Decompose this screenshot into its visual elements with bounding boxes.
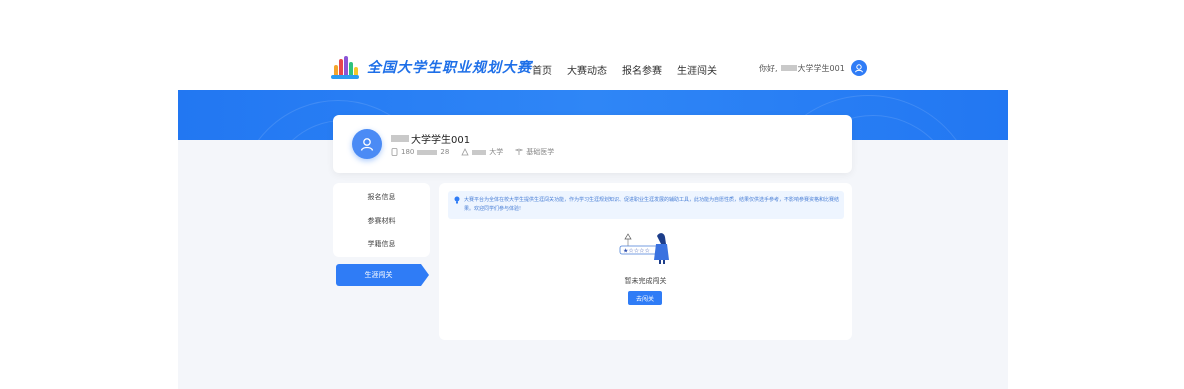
profile-avatar-icon — [352, 129, 382, 159]
major-icon — [515, 148, 524, 155]
profile-meta: 180 28 大学 基础医学 — [391, 147, 554, 157]
school-icon — [461, 148, 469, 156]
greeting: 你好, — [759, 63, 778, 73]
major-text: 基础医学 — [526, 148, 555, 156]
empty-illustration: ★☆☆☆☆ — [619, 233, 669, 264]
user-menu[interactable]: 你好, 大学学生001 — [759, 60, 867, 76]
main-nav: 首页 大赛动态 报名参赛 生涯闯关 — [532, 62, 717, 77]
notice-text: 大赛平台为全体在校大学生提供生涯闯关功能，作为学习生涯规划知识、促进职业生涯发展… — [464, 197, 840, 212]
go-challenge-button[interactable]: 去闯关 — [628, 291, 662, 305]
nav-career-challenge[interactable]: 生涯闯关 — [677, 62, 717, 77]
profile-name: 大学学生001 — [391, 131, 470, 146]
phone-icon — [391, 148, 398, 156]
redacted-text — [780, 65, 797, 71]
redacted-text — [417, 149, 438, 155]
site-logo[interactable]: 全国大学生职业规划大赛 — [331, 55, 532, 79]
user-avatar-icon[interactable] — [850, 60, 867, 76]
sidebar-item-student-status[interactable]: 学籍信息 — [333, 239, 430, 249]
redacted-text — [472, 149, 487, 155]
header-user-name: 大学学生001 — [797, 63, 845, 73]
profile-phone: 180 28 — [391, 147, 449, 157]
phone-prefix: 180 — [401, 148, 415, 156]
svg-text:★☆☆☆☆: ★☆☆☆☆ — [623, 248, 650, 255]
notice-box: 大赛平台为全体在校大学生提供生涯闯关功能，作为学习生涯规划知识、促进职业生涯发展… — [448, 191, 844, 219]
profile-card: 大学学生001 180 28 大学 基础医学 — [333, 115, 852, 173]
top-header: 全国大学生职业规划大赛 首页 大赛动态 报名参赛 生涯闯关 你好, 大学学生00… — [0, 0, 1184, 90]
page: 全国大学生职业规划大赛 首页 大赛动态 报名参赛 生涯闯关 你好, 大学学生00… — [0, 0, 1184, 389]
redacted-text — [391, 135, 409, 142]
sidebar-item-materials[interactable]: 参赛材料 — [333, 216, 430, 226]
sidebar: 报名信息 参赛材料 学籍信息 — [333, 183, 430, 257]
phone-suffix: 28 — [440, 148, 450, 156]
logo-icon — [331, 55, 359, 79]
main-content: 大赛平台为全体在校大学生提供生涯闯关功能，作为学习生涯规划知识、促进职业生涯发展… — [439, 183, 852, 340]
profile-major: 基础医学 — [515, 147, 554, 157]
empty-state-text: 暂未完成闯关 — [624, 277, 667, 285]
nav-register[interactable]: 报名参赛 — [622, 62, 662, 77]
profile-school: 大学 — [461, 147, 503, 157]
logo-text: 全国大学生职业规划大赛 — [367, 60, 532, 76]
school-text: 大学 — [489, 148, 504, 156]
sidebar-item-career-challenge[interactable]: 生涯闯关 — [336, 264, 429, 286]
sidebar-item-registration-info[interactable]: 报名信息 — [333, 192, 430, 202]
nav-news[interactable]: 大赛动态 — [567, 62, 607, 77]
profile-name-text: 大学学生001 — [411, 135, 471, 146]
nav-home[interactable]: 首页 — [532, 62, 552, 77]
bulb-icon — [454, 196, 460, 204]
